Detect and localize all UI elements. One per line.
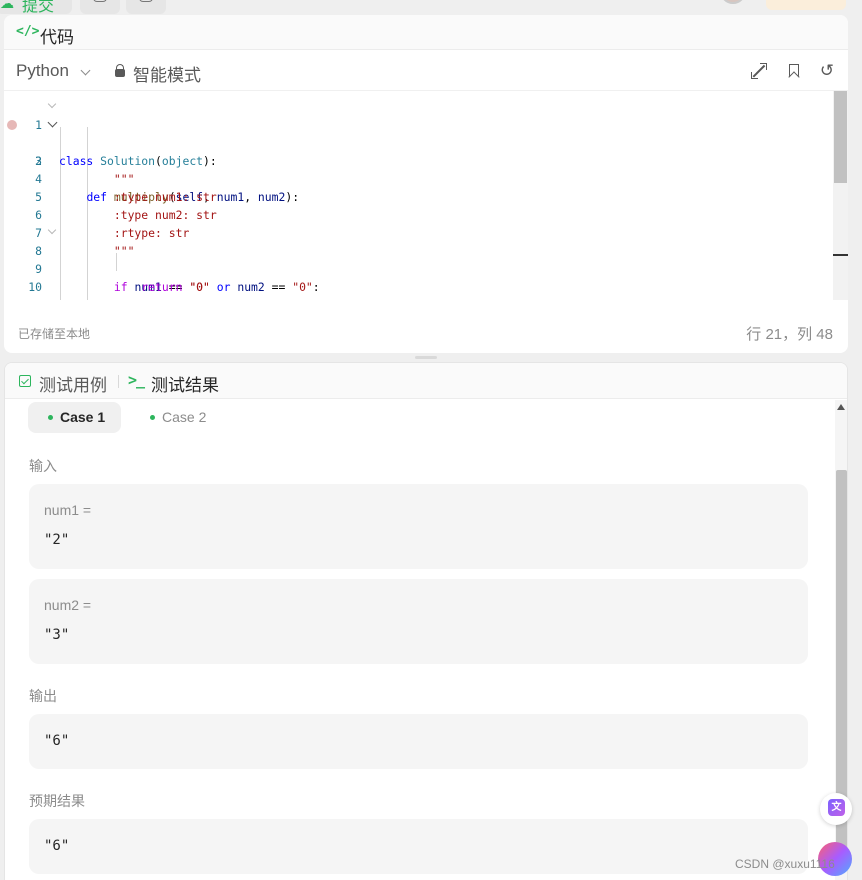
smart-mode-toggle[interactable]: 智能模式 [133, 61, 201, 86]
bookmark-icon[interactable] [785, 62, 803, 83]
output-label: 输出 [29, 688, 57, 704]
code-text: :rtype: str [59, 226, 190, 240]
editor-scrollbar[interactable] [833, 91, 848, 300]
debug-button[interactable] [80, 0, 120, 14]
expected-value: "6" [44, 838, 70, 854]
terminal-icon: >_ [128, 371, 145, 389]
upload-icon: ☁ [0, 0, 14, 11]
code-panel-header: </> 代码 [4, 15, 848, 50]
case-label: Case 2 [162, 409, 207, 425]
code-line: 4 :type num1: str [4, 152, 217, 204]
test-panel-header: 测试用例 >_ 测试结果 [5, 363, 847, 399]
expand-icon[interactable] [750, 62, 768, 80]
premium-button[interactable] [766, 0, 846, 10]
code-editor[interactable]: 1 class Solution(object): 2 def multiply… [4, 91, 834, 300]
code-line: 9 return "0" [4, 242, 210, 294]
status-dot-icon [150, 415, 155, 420]
cursor-marker [833, 254, 848, 256]
fold-chevron-icon[interactable] [48, 119, 58, 129]
tab-divider [118, 375, 119, 388]
top-toolbar: ☁ 提交 [0, 0, 862, 15]
code-panel: </> 代码 Python 智能模式 ↺ 1 class Solution(ob… [4, 15, 848, 353]
test-panel: 测试用例 >_ 测试结果 Case 1 Case 2 输入 num1 = "2"… [4, 362, 848, 880]
cursor-position: 行 21，列 48 [746, 326, 833, 343]
input-label: 输入 [29, 458, 57, 474]
fold-chevron-icon[interactable] [48, 101, 58, 111]
output-value: "6" [44, 733, 70, 749]
panel-resize-handle[interactable] [415, 356, 437, 359]
undo-icon[interactable]: ↺ [818, 62, 836, 80]
code-line: 5 :type num2: str [4, 170, 217, 222]
code-line: 1 class Solution(object): [4, 98, 217, 168]
code-brackets-icon: </> [16, 24, 40, 39]
code-line: 10 m, n = len(num1), len(num2) [4, 260, 299, 300]
expected-label: 预期结果 [29, 793, 85, 809]
output-box: "6" [29, 714, 808, 769]
lock-icon [115, 64, 125, 78]
notes-button[interactable] [126, 0, 166, 14]
input-box-num1: num1 = "2" [29, 484, 808, 569]
tab-results[interactable]: 测试结果 [151, 371, 219, 396]
code-line: 6 :rtype: str [4, 188, 189, 240]
param-value: "2" [44, 532, 70, 548]
code-text: return "0" [141, 280, 210, 294]
language-selector[interactable]: Python [16, 61, 69, 81]
code-text: class Solution(object): [59, 154, 217, 168]
bug-icon [93, 0, 107, 2]
tab-testcases[interactable]: 测试用例 [39, 371, 107, 396]
param-name: num1 = [44, 502, 92, 518]
param-value: "3" [44, 627, 70, 643]
watermark: CSDN @xuxu1116 [735, 857, 835, 871]
code-text: """ [59, 244, 135, 258]
scroll-up-icon[interactable] [837, 404, 845, 410]
case-label: Case 1 [60, 409, 106, 425]
code-line: 8 if num1 == "0" or num2 == "0": [4, 224, 320, 294]
code-panel-title: 代码 [40, 28, 74, 47]
checkbox-icon [19, 375, 31, 387]
case-tab-1[interactable]: Case 1 [28, 402, 121, 433]
scrollbar-thumb[interactable] [834, 91, 847, 183]
submit-button[interactable]: ☁ 提交 [0, 0, 72, 15]
translate-button[interactable]: 文 [820, 793, 852, 825]
note-icon [139, 0, 153, 2]
editor-toolbar: Python 智能模式 ↺ [4, 50, 848, 91]
expected-box: "6" [29, 819, 808, 874]
breakpoint-hint-icon[interactable] [7, 120, 17, 130]
case-tab-2[interactable]: Case 2 [143, 402, 223, 433]
code-line: 3 """ [4, 134, 134, 186]
avatar[interactable] [720, 0, 746, 4]
param-name: num2 = [44, 597, 92, 613]
translate-icon: 文 [828, 799, 845, 816]
code-text: :type num2: str [59, 208, 217, 222]
submit-label: 提交 [22, 0, 55, 15]
code-line: 7 """ [4, 206, 134, 258]
fold-chevron-icon[interactable] [48, 227, 58, 237]
editor-footer: 已存储至本地 行 21，列 48 [4, 300, 848, 353]
saved-status: 已存储至本地 [18, 327, 91, 341]
code-text: :type num1: str [59, 190, 217, 204]
status-dot-icon [48, 415, 53, 420]
code-text: """ [59, 172, 135, 186]
input-box-num2: num2 = "3" [29, 579, 808, 664]
chevron-down-icon[interactable] [80, 65, 91, 76]
code-line: 11 arr = [0] * (m + n) [4, 278, 45, 300]
code-line: 2 def multiply(self, num1, num2): [4, 116, 299, 204]
